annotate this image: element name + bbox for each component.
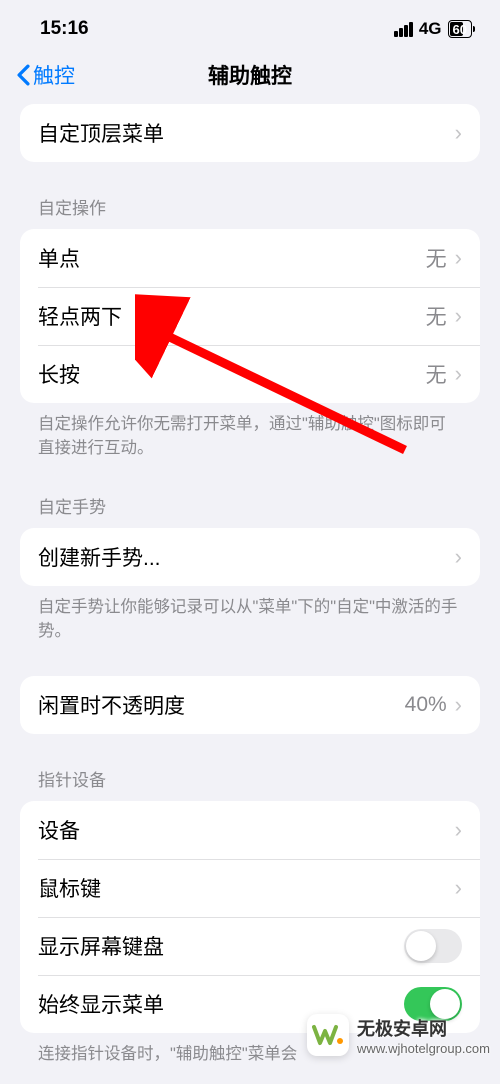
top-menu-group: 自定顶层菜单 › bbox=[20, 104, 480, 162]
row-label: 创建新手势... bbox=[38, 542, 455, 572]
chevron-right-icon: › bbox=[455, 305, 462, 327]
status-bar: 15:16 4G 60 bbox=[0, 0, 500, 50]
watermark-url: www.wjhotelgroup.com bbox=[357, 1041, 490, 1056]
nav-bar: 触控 辅助触控 bbox=[0, 50, 500, 104]
show-keyboard-row: 显示屏幕键盘 bbox=[20, 917, 480, 975]
row-label: 轻点两下 bbox=[38, 301, 426, 331]
row-label: 鼠标键 bbox=[38, 873, 455, 903]
battery-icon: 60 bbox=[448, 20, 472, 38]
chevron-right-icon: › bbox=[455, 877, 462, 899]
status-time: 15:16 bbox=[40, 18, 89, 40]
watermark-logo-icon bbox=[307, 1014, 349, 1056]
custom-gestures-footer: 自定手势让你能够记录可以从"菜单"下的"自定"中激活的手势。 bbox=[0, 586, 500, 644]
idle-opacity-row[interactable]: 闲置时不透明度 40% › bbox=[20, 676, 480, 734]
chevron-right-icon: › bbox=[455, 247, 462, 269]
row-value: 无 bbox=[426, 359, 447, 389]
mouse-keys-row[interactable]: 鼠标键 › bbox=[20, 859, 480, 917]
status-indicators: 4G 60 bbox=[394, 19, 472, 39]
pointer-devices-header: 指针设备 bbox=[0, 734, 500, 801]
row-label: 自定顶层菜单 bbox=[38, 118, 455, 148]
custom-actions-group: 单点 无 › 轻点两下 无 › 长按 无 › bbox=[20, 229, 480, 403]
pointer-devices-group: 设备 › 鼠标键 › 显示屏幕键盘 始终显示菜单 bbox=[20, 801, 480, 1033]
create-gesture-row[interactable]: 创建新手势... › bbox=[20, 528, 480, 586]
back-label: 触控 bbox=[33, 60, 75, 90]
watermark-name: 无极安卓网 bbox=[357, 1015, 490, 1041]
custom-actions-header: 自定操作 bbox=[0, 162, 500, 229]
row-value: 40% bbox=[405, 693, 447, 717]
single-tap-row[interactable]: 单点 无 › bbox=[20, 229, 480, 287]
custom-gestures-header: 自定手势 bbox=[0, 461, 500, 528]
long-press-row[interactable]: 长按 无 › bbox=[20, 345, 480, 403]
chevron-left-icon bbox=[16, 64, 31, 86]
row-value: 无 bbox=[426, 301, 447, 331]
custom-top-menu-row[interactable]: 自定顶层菜单 › bbox=[20, 104, 480, 162]
row-label: 显示屏幕键盘 bbox=[38, 931, 404, 961]
show-keyboard-toggle[interactable] bbox=[404, 929, 462, 963]
row-label: 闲置时不透明度 bbox=[38, 690, 405, 720]
row-label: 单点 bbox=[38, 243, 426, 273]
page-title: 辅助触控 bbox=[208, 60, 292, 90]
double-tap-row[interactable]: 轻点两下 无 › bbox=[20, 287, 480, 345]
devices-row[interactable]: 设备 › bbox=[20, 801, 480, 859]
chevron-right-icon: › bbox=[455, 363, 462, 385]
custom-gestures-group: 创建新手势... › bbox=[20, 528, 480, 586]
chevron-right-icon: › bbox=[455, 694, 462, 716]
chevron-right-icon: › bbox=[455, 546, 462, 568]
chevron-right-icon: › bbox=[455, 819, 462, 841]
back-button[interactable]: 触控 bbox=[16, 60, 75, 90]
watermark: 无极安卓网 www.wjhotelgroup.com bbox=[307, 1014, 490, 1056]
row-label: 长按 bbox=[38, 359, 426, 389]
row-label: 设备 bbox=[38, 815, 455, 845]
row-value: 无 bbox=[426, 243, 447, 273]
network-label: 4G bbox=[419, 19, 442, 39]
custom-actions-footer: 自定操作允许你无需打开菜单，通过"辅助触控"图标即可直接进行互动。 bbox=[0, 403, 500, 461]
signal-icon bbox=[394, 22, 413, 37]
idle-opacity-group: 闲置时不透明度 40% › bbox=[20, 676, 480, 734]
chevron-right-icon: › bbox=[455, 122, 462, 144]
